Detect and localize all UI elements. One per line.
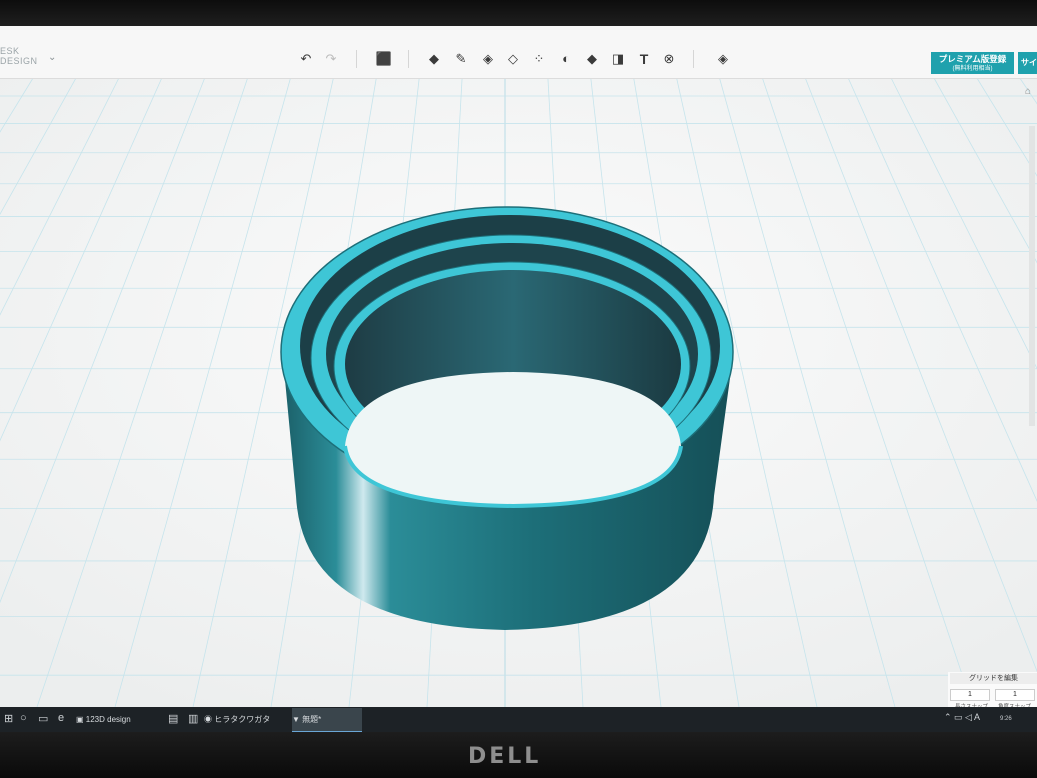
brand-line-1: ESK xyxy=(0,46,20,56)
sketch-icon[interactable]: ✎ xyxy=(452,50,470,68)
app-icon: ▼ xyxy=(292,715,303,724)
inner-floor xyxy=(345,372,681,506)
transform-icon[interactable]: ◆ xyxy=(425,50,443,68)
undo-icon[interactable]: ↶ xyxy=(297,50,315,68)
start-icon[interactable]: ⊞ xyxy=(4,712,13,725)
material-icon[interactable]: ◈ xyxy=(714,50,732,68)
toolbar-divider xyxy=(408,50,409,68)
toolbar-divider xyxy=(693,50,694,68)
grouping-icon[interactable]: ◐ xyxy=(557,50,575,68)
home-icon[interactable]: ⌂ xyxy=(1025,86,1031,97)
signin-button[interactable]: サイ xyxy=(1018,52,1037,74)
text-tool-icon[interactable]: T xyxy=(635,50,653,68)
app-icon: ▣ xyxy=(76,715,86,724)
modify-icon[interactable]: ◇ xyxy=(504,50,522,68)
viewport-canvas[interactable] xyxy=(0,26,1037,732)
main-toolbar: ESK DESIGN ⌄ ↶ ↷ ⬛ ◆ ✎ ◈ ◇ ⁘ ◐ ◆ ◨ T ⊗ ◈… xyxy=(0,26,1037,79)
brand-line-2: DESIGN xyxy=(0,56,38,66)
taskbar-item[interactable]: ◉ ヒラタクワガタ（ゼロエ... xyxy=(204,708,286,731)
app-icon: ◉ xyxy=(204,715,215,724)
cylinder-model[interactable] xyxy=(280,206,734,630)
app-brand[interactable]: ESK DESIGN xyxy=(0,46,38,66)
chevron-down-icon[interactable]: ⌄ xyxy=(48,52,56,63)
premium-sublabel: (無料利用相当) xyxy=(952,66,993,72)
construct-icon[interactable]: ◈ xyxy=(479,50,497,68)
folder-icon[interactable]: ▥ xyxy=(188,712,198,725)
task-view-icon[interactable]: ▭ xyxy=(38,712,48,725)
taskbar-item-label: 無題* xyxy=(302,715,322,724)
clock[interactable]: 9:26 xyxy=(1000,716,1012,722)
toolbar-divider xyxy=(356,50,357,68)
combine-icon[interactable]: ◆ xyxy=(583,50,601,68)
measure-icon[interactable]: ◨ xyxy=(609,50,627,68)
dell-logo: DELL xyxy=(468,744,542,769)
edit-grid-button[interactable]: グリッドを編集 xyxy=(950,673,1037,684)
app-screen: ESK DESIGN ⌄ ↶ ↷ ⬛ ◆ ✎ ◈ ◇ ⁘ ◐ ◆ ◨ T ⊗ ◈… xyxy=(0,26,1037,732)
tray-icons[interactable]: ⌃ ▭ ◁ A xyxy=(944,712,980,723)
snap-input[interactable]: 1 xyxy=(950,689,990,701)
redo-icon[interactable]: ↷ xyxy=(322,50,340,68)
view-cube-strip[interactable] xyxy=(1029,126,1035,426)
taskbar-item[interactable]: ▣ 123D design xyxy=(76,708,164,731)
add-primitive-icon[interactable]: ⬛ xyxy=(375,50,393,68)
search-icon[interactable]: ○ xyxy=(20,712,27,724)
taskbar-item-active[interactable]: ▼ 無題* xyxy=(292,708,362,732)
taskbar-item-label: 123D design xyxy=(85,715,131,724)
rotate-snap-input[interactable]: 1 xyxy=(995,689,1035,701)
premium-register-button[interactable]: プレミアム版登録 (無料利用相当) xyxy=(931,52,1014,74)
snap-icon[interactable]: ⊗ xyxy=(660,50,678,68)
edge-icon[interactable]: e xyxy=(58,712,64,724)
pattern-icon[interactable]: ⁘ xyxy=(530,50,548,68)
taskbar-item-label: ヒラタクワガタ（ゼロエ... xyxy=(214,715,271,724)
monitor-bezel-top xyxy=(0,0,1037,26)
premium-label: プレミアム版登録 xyxy=(938,54,1007,64)
store-icon[interactable]: ▤ xyxy=(168,712,178,725)
